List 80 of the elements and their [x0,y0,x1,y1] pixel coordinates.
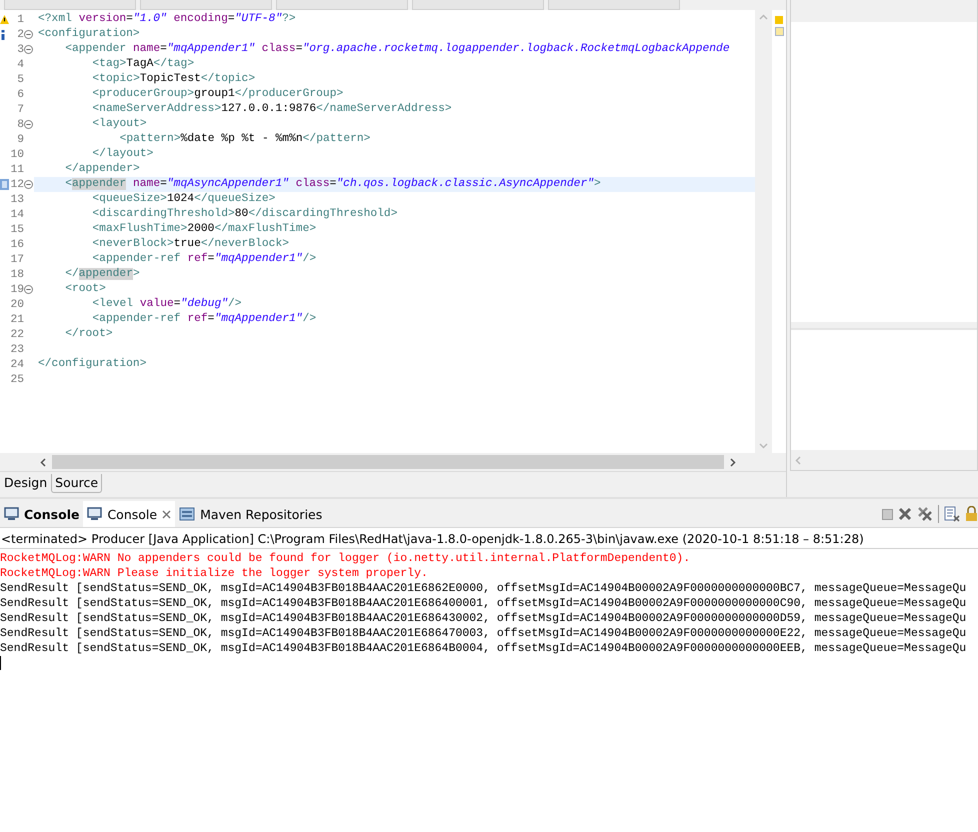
close-icon[interactable] [162,510,172,518]
collapse-icon[interactable] [24,180,33,189]
code-line: <producerGroup>group1</producerGroup> [91,87,344,102]
code-line: <nameServerAddress>127.0.0.1:9876</nameServerAddress> [91,102,453,117]
code-line: <discardingThreshold>80</discardingThreshold> [91,207,398,222]
console-line: SendResult [sendStatus=SEND_OK, msgId=AC14904B3FB018B4AAC201E686430002, offsetMsgId=AC14904B00002A9F0000000000000D59, messageQueue=MessageQu [0,611,966,626]
line-number: 7 [16,104,24,116]
code-line: <?xml version="1.0" encoding="UTF-8"?> [37,12,297,27]
warning-marker-icon[interactable] [775,16,783,24]
line-number: 24 [10,358,24,370]
line-number: 8 [16,118,24,130]
collapse-icon[interactable] [24,120,33,129]
line-number: 1 [16,14,24,26]
line-number: 22 [10,328,24,340]
code-line: <layout> [91,117,148,132]
view-tab[interactable]: Maven Repositories [175,501,326,527]
code-line: <pattern>%date %p %t - %m%n</pattern> [118,132,372,147]
monitor-icon [87,507,102,521]
monitor-icon [4,507,19,521]
page-tab[interactable]: Design [0,474,52,493]
line-number: 21 [10,314,24,326]
code-line: <configuration> [37,27,141,42]
line-number: 2 [16,28,24,40]
view-tab[interactable]: Console [0,501,84,527]
scroll-left-icon[interactable] [40,458,46,466]
line-number: 14 [10,208,24,220]
line-number: 16 [10,238,24,250]
collapse-icon[interactable] [24,285,33,294]
code-line: </layout> [91,147,154,162]
line-number: 19 [10,284,24,296]
lock-icon[interactable] [965,506,978,522]
code-line: <appender-ref ref="mqAppender1"/> [91,252,318,267]
stop-icon[interactable] [882,508,893,520]
code-line: <tag>TagA</tag> [91,57,196,72]
text-cursor [0,656,1,670]
line-number: 15 [10,224,24,236]
code-line: <level value="debug"/> [91,297,243,312]
console-line: SendResult [sendStatus=SEND_OK, msgId=AC14904B3FB018B4AAC201E6864B0004, offsetMsgId=AC14904B00002A9F0000000000000EEB, messageQueue=MessageQu [0,641,966,656]
view-tab[interactable]: Console [83,501,176,527]
line-number: 11 [10,164,24,176]
line-number: 9 [16,134,24,146]
line-number: 17 [10,254,24,266]
code-line: <appender-ref ref="mqAppender1"/> [91,312,318,327]
console-line: SendResult [sendStatus=SEND_OK, msgId=AC14904B3FB018B4AAC201E686470003, offsetMsgId=AC14904B00002A9F0000000000000E22, messageQueue=MessageQu [0,626,966,641]
console-header: <terminated> Producer [Java Application] C:\Program Files\RedHat\java-1.8.0-openjdk-1.8.0.265-3\bin\javaw.exe (2020-10-1 8:51:18 – 8:51:28) [0,528,978,549]
code-line: <maxFlushTime>2000</maxFlushTime> [91,222,318,237]
line-number: 5 [16,74,24,86]
line-number: 10 [10,148,24,160]
line-number: 18 [10,268,24,280]
code-line: </configuration> [37,357,148,372]
code-line: <root> [64,282,107,297]
line-number: 3 [16,44,24,56]
code-line: <queueSize>1024</queueSize> [91,192,276,207]
line-number: 6 [16,88,24,100]
code-line: </appender> [64,162,141,177]
line-number: 25 [10,374,24,386]
collapse-icon[interactable] [24,45,33,54]
console-line: RocketMQLog:WARN No appenders could be found for logger (io.netty.util.internal.PlatformDependent0). [0,551,690,566]
line-number: 23 [10,344,24,356]
line-number: 4 [16,58,24,70]
console-line: SendResult [sendStatus=SEND_OK, msgId=AC14904B3FB018B4AAC201E6862E0000, offsetMsgId=AC14904B00002A9F0000000000000BC7, messageQueue=MessageQu [0,581,966,596]
xml-editor[interactable] [0,10,786,453]
clear-console-icon[interactable] [944,506,960,522]
line-number: 12 [10,178,24,190]
code-line: </appender> [64,267,141,282]
code-line: </root> [64,327,114,342]
console-line: RocketMQLog:WARN Please initialize the logger system properly. [0,566,428,581]
line-number: 20 [10,298,24,310]
code-line: <topic>TopicTest</topic> [91,72,256,87]
collapse-icon[interactable] [24,30,33,39]
code-line: <neverBlock>true</neverBlock> [91,237,290,252]
occurrence-marker-icon[interactable] [774,27,784,36]
scroll-right-icon[interactable] [730,458,736,466]
repository-icon [179,507,196,521]
remove-all-icon[interactable] [917,506,933,522]
code-line: <appender name="mqAppender1" class="org.apache.rocketmq.logappender.logback.RocketmqLogbackAppende [64,42,731,57]
page-tab[interactable]: Source [51,474,102,493]
line-number: 13 [10,194,24,206]
console-line: SendResult [sendStatus=SEND_OK, msgId=AC14904B3FB018B4AAC201E686400001, offsetMsgId=AC14904B00002A9F0000000000000C90, messageQueue=MessageQu [0,596,966,611]
remove-icon[interactable] [898,507,912,521]
